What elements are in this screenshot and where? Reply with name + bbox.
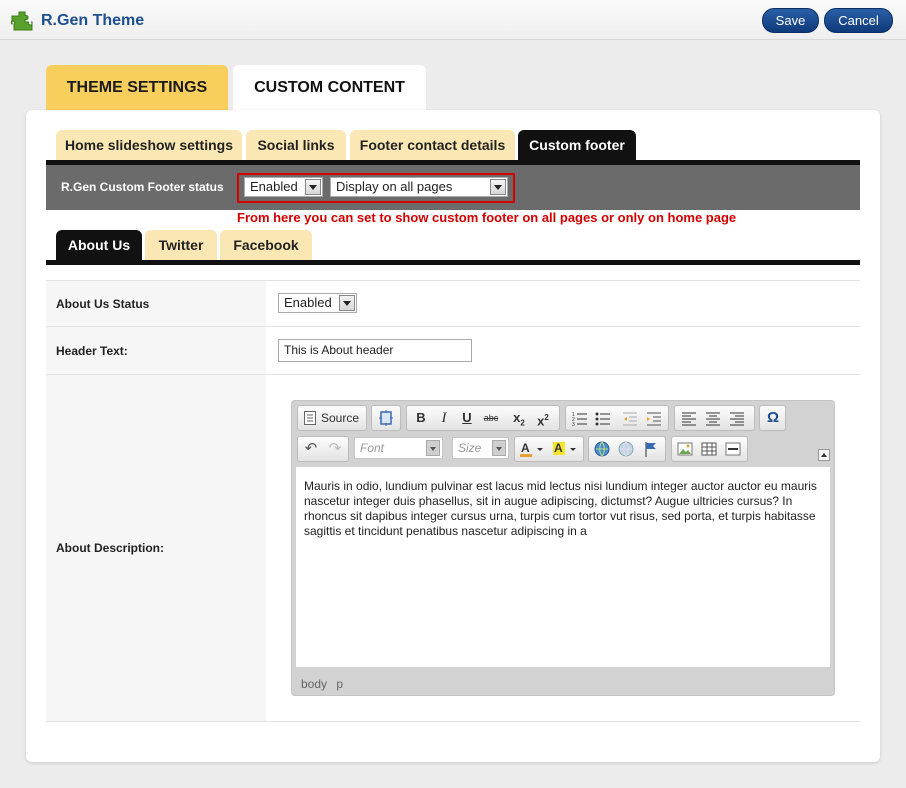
tab-about-us[interactable]: About Us <box>56 230 142 260</box>
about-status-row: About Us Status <box>46 280 860 327</box>
undo-icon[interactable]: ↶ <box>301 440 321 458</box>
indent-icon[interactable] <box>644 409 664 427</box>
save-button[interactable]: Save <box>762 8 819 33</box>
tab-theme-settings[interactable]: THEME SETTINGS <box>46 65 228 111</box>
align-group <box>674 405 755 431</box>
chevron-down-icon <box>305 179 321 195</box>
link-group <box>588 436 666 462</box>
size-select[interactable]: Size <box>452 437 509 459</box>
omega-icon[interactable]: Ω <box>763 409 783 427</box>
strikethrough-icon[interactable]: abc <box>481 409 501 427</box>
italic-icon[interactable]: I <box>434 409 454 427</box>
chevron-down-icon <box>339 295 355 311</box>
header-text-input[interactable]: This is About header <box>278 339 472 362</box>
editor-content-area[interactable]: Mauris in odio, lundium pulvinar est lac… <box>296 467 830 667</box>
redo-icon[interactable]: ↷ <box>325 440 345 458</box>
top-bar: R.Gen Theme Save Cancel <box>0 0 906 40</box>
svg-text:3: 3 <box>572 422 575 427</box>
tab-twitter[interactable]: Twitter <box>145 230 217 260</box>
footer-status-select[interactable]: Enabled <box>244 177 323 197</box>
source-label: Source <box>321 411 360 425</box>
size-placeholder: Size <box>458 441 482 455</box>
horizontal-rule-icon[interactable] <box>723 440 743 458</box>
svg-text:A: A <box>521 441 530 455</box>
bold-icon[interactable]: B <box>411 409 431 427</box>
about-status-select[interactable]: Enabled <box>278 293 357 313</box>
chevron-down-icon <box>490 179 506 195</box>
font-placeholder: Font <box>360 441 385 455</box>
subtab-footer-contact[interactable]: Footer contact details <box>350 130 515 160</box>
about-description-label: About Description: <box>56 541 164 555</box>
maximize-group <box>371 405 401 431</box>
underline-icon[interactable]: U <box>457 409 477 427</box>
table-icon[interactable] <box>699 440 719 458</box>
document-icon <box>304 411 316 425</box>
numbered-list-icon[interactable]: 123 <box>570 409 590 427</box>
text-color-icon[interactable]: A <box>518 440 546 458</box>
color-group: A A <box>514 436 584 462</box>
format-group: B I U abc x2 x2 <box>406 405 560 431</box>
font-select[interactable]: Font <box>354 437 443 459</box>
special-char-group: Ω <box>759 405 786 431</box>
image-icon[interactable] <box>675 440 695 458</box>
editor-element-path: body p <box>301 677 344 691</box>
puzzle-piece-icon <box>11 11 33 31</box>
source-button[interactable]: Source <box>297 405 367 431</box>
bullet-list-icon[interactable] <box>593 409 613 427</box>
align-left-icon[interactable] <box>679 409 699 427</box>
subscript-icon[interactable]: x2 <box>509 409 529 428</box>
subtab-custom-footer[interactable]: Custom footer <box>518 130 636 160</box>
outdent-icon[interactable] <box>620 409 640 427</box>
subtab-home-slideshow[interactable]: Home slideshow settings <box>56 130 242 160</box>
subtab-social-links[interactable]: Social links <box>246 130 346 160</box>
insert-group <box>671 436 748 462</box>
app-title: R.Gen Theme <box>41 12 145 29</box>
svg-text:A: A <box>554 441 563 455</box>
anchor-flag-icon[interactable] <box>641 440 661 458</box>
chevron-down-icon <box>492 440 506 456</box>
inner-tab-divider <box>46 260 860 265</box>
header-text-label: Header Text: <box>56 344 128 358</box>
link-icon[interactable] <box>592 440 612 458</box>
cancel-button[interactable]: Cancel <box>824 8 893 33</box>
tab-facebook[interactable]: Facebook <box>220 230 312 260</box>
footer-hint: From here you can set to show custom foo… <box>237 210 737 225</box>
align-center-icon[interactable] <box>703 409 723 427</box>
align-right-icon[interactable] <box>727 409 747 427</box>
tab-custom-content[interactable]: CUSTOM CONTENT <box>233 65 426 111</box>
about-status-value: Enabled <box>284 295 332 310</box>
about-status-label: About Us Status <box>56 297 150 311</box>
unlink-icon[interactable] <box>616 440 636 458</box>
footer-status-value: Enabled <box>250 179 298 194</box>
superscript-icon[interactable]: x2 <box>533 409 553 428</box>
background-color-icon[interactable]: A <box>551 440 579 458</box>
maximize-icon[interactable] <box>376 409 396 427</box>
footer-display-select[interactable]: Display on all pages <box>330 177 508 197</box>
collapse-toolbar-icon[interactable] <box>818 449 830 461</box>
footer-status-label: R.Gen Custom Footer status <box>61 180 224 194</box>
chevron-down-icon <box>426 440 440 456</box>
footer-display-value: Display on all pages <box>336 179 453 194</box>
list-group: 123 <box>565 405 669 431</box>
undo-group: ↶ ↷ <box>297 436 349 462</box>
